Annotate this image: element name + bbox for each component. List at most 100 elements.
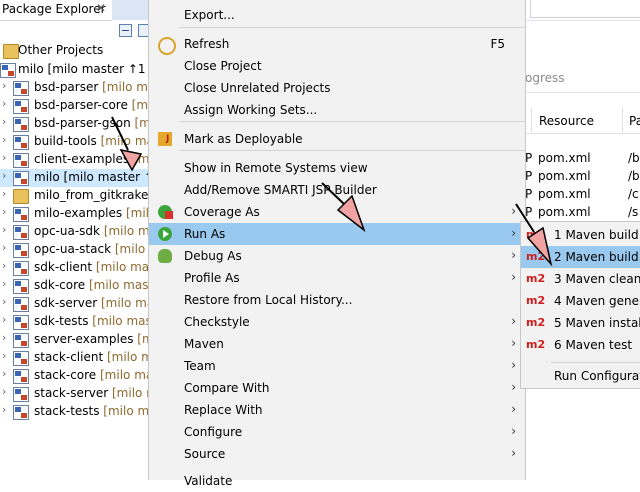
column-header-path[interactable]: Pa	[629, 114, 640, 128]
chevron-right-icon[interactable]: ›	[2, 115, 6, 128]
tree-item-label: sdk-core	[34, 278, 86, 292]
path-cell: /c	[628, 187, 639, 201]
tree-item[interactable]: › stack-client [milo mas	[0, 349, 150, 367]
chevron-right-icon[interactable]: ›	[2, 187, 6, 200]
chevron-right-icon[interactable]: ›	[2, 151, 6, 164]
collapse-all-icon[interactable]	[119, 24, 132, 37]
chevron-right-icon[interactable]: ›	[2, 97, 6, 110]
tree-item-label: server-examples	[34, 332, 134, 346]
tree-item-label: opc-ua-stack	[34, 242, 112, 256]
table-row[interactable]: P pom.xml /b	[525, 169, 640, 187]
path-cell: /b	[628, 151, 640, 165]
tree-item[interactable]: ›server-examples [milo	[0, 331, 150, 349]
tree-item-label: stack-tests	[34, 404, 100, 418]
chevron-right-icon[interactable]: ›	[2, 349, 6, 362]
chevron-right-icon[interactable]: ›	[2, 133, 6, 146]
table-row[interactable]: P pom.xml /c	[525, 187, 640, 205]
tree-item[interactable]: › opc-ua-stack [milo m	[0, 241, 150, 259]
tree-item[interactable]: Other Projects	[0, 42, 150, 60]
chevron-right-icon[interactable]: ›	[2, 403, 6, 416]
menu-item-configure[interactable]: Configure ›	[149, 421, 525, 443]
tree-item[interactable]: › client-examples [milo	[0, 151, 150, 169]
chevron-right-icon[interactable]: ›	[2, 169, 6, 182]
menu-item-maven[interactable]: Maven ›	[149, 333, 525, 355]
tree-item[interactable]: › build-tools [milo mast	[0, 133, 150, 151]
chevron-right-icon[interactable]: ›	[2, 241, 6, 254]
menu-item-run-as[interactable]: Run As ›	[149, 223, 525, 245]
menu-item-debug-as[interactable]: Debug As ›	[149, 245, 525, 267]
tree-item[interactable]: › sdk-tests [milo maste	[0, 313, 150, 331]
menu-item-assign-working-sets[interactable]: Assign Working Sets...	[149, 99, 525, 121]
chevron-right-icon[interactable]: ›	[2, 313, 6, 326]
project-icon	[13, 153, 29, 168]
close-icon[interactable]: ✕	[96, 1, 106, 15]
chevron-right-icon: ›	[511, 204, 516, 218]
submenu-item[interactable]: m2 4 Maven generat	[521, 290, 640, 312]
menu-item-replace-with[interactable]: Replace With ›	[149, 399, 525, 421]
menu-item-validate[interactable]: Validate	[149, 470, 525, 492]
tree-item-label: bsd-parser	[34, 80, 99, 94]
tree-item[interactable]: ›bsd-parser-gson [milo	[0, 115, 150, 133]
submenu-item-label: 3 Maven clean	[554, 272, 640, 286]
project-icon	[13, 243, 29, 258]
table-row[interactable]: P pom.xml /b	[525, 151, 640, 169]
chevron-right-icon[interactable]: ›	[2, 295, 6, 308]
project-icon	[0, 63, 16, 78]
submenu-item[interactable]: m2 2 Maven build...	[521, 246, 640, 268]
tree-item[interactable]: › bsd-parser [milo maste	[0, 79, 150, 97]
menu-item-checkstyle[interactable]: Checkstyle ›	[149, 311, 525, 333]
tree-item[interactable]: › stack-server [milo ma	[0, 385, 150, 403]
chevron-right-icon[interactable]: ›	[2, 223, 6, 236]
menu-item-compare-with[interactable]: Compare With ›	[149, 377, 525, 399]
project-icon	[13, 99, 29, 114]
tree-item[interactable]: › stack-core [milo maste	[0, 367, 150, 385]
submenu-item[interactable]: m2 6 Maven test	[521, 334, 640, 356]
tree-item[interactable]: › milo_from_gitkraken_	[0, 187, 150, 205]
menu-item-close-unrelated[interactable]: Close Unrelated Projects	[149, 77, 525, 99]
chevron-right-icon[interactable]: ›	[2, 205, 6, 218]
tree-item[interactable]: › opc-ua-sdk [milo mast	[0, 223, 150, 241]
project-icon	[13, 405, 29, 420]
menu-item-refresh[interactable]: Refresh F5	[149, 33, 525, 55]
submenu-item[interactable]: m2 5 Maven install	[521, 312, 640, 334]
chevron-right-icon[interactable]: ›	[2, 277, 6, 290]
menu-item-show-remote[interactable]: Show in Remote Systems view	[149, 157, 525, 179]
chevron-right-icon[interactable]: ›	[2, 331, 6, 344]
resource-cell: pom.xml	[538, 205, 591, 219]
git-decoration: [milo maste	[95, 260, 150, 274]
tree-item[interactable]: › sdk-server [milo mast	[0, 295, 150, 313]
submenu-item[interactable]: m2 3 Maven clean	[521, 268, 640, 290]
tab-package-explorer[interactable]: Package Explorer ✕	[0, 0, 112, 21]
tree-item[interactable]: › stack-tests [milo mast	[0, 403, 150, 421]
chevron-right-icon: ›	[511, 424, 516, 438]
chevron-right-icon[interactable]: ›	[2, 79, 6, 92]
tree-item[interactable]: ›milo [milo master ↑1 ↓	[0, 169, 150, 187]
menu-item-label: Add/Remove SMARTI JSP Builder	[184, 183, 377, 197]
tree-item[interactable]: milo [milo master ↑1 ↓1]	[0, 61, 150, 79]
menu-item-close-project[interactable]: Close Project	[149, 55, 525, 77]
menu-item-coverage-as[interactable]: Coverage As ›	[149, 201, 525, 223]
menu-item-add-remove-smarti[interactable]: Add/Remove SMARTI JSP Builder	[149, 179, 525, 201]
menu-item-team[interactable]: Team ›	[149, 355, 525, 377]
chevron-right-icon[interactable]: ›	[2, 259, 6, 272]
menu-item-label: Close Unrelated Projects	[184, 81, 331, 95]
column-header-resource[interactable]: Resource	[539, 114, 594, 128]
tree-item[interactable]: › sdk-core [milo master	[0, 277, 150, 295]
project-icon	[13, 333, 29, 348]
submenu-item[interactable]: m2 1 Maven build	[521, 224, 640, 246]
menu-item-mark-deployable[interactable]: Mark as Deployable	[149, 128, 525, 150]
tab-progress[interactable]: ogress	[525, 71, 565, 85]
tree-item[interactable]: › milo-examples [milo m	[0, 205, 150, 223]
chevron-right-icon[interactable]: ›	[2, 385, 6, 398]
chevron-right-icon[interactable]: ›	[2, 367, 6, 380]
menu-item-restore-history[interactable]: Restore from Local History...	[149, 289, 525, 311]
menu-item-source[interactable]: Source ›	[149, 443, 525, 465]
menu-item-export[interactable]: Export...	[149, 4, 525, 26]
tree-item-label: sdk-tests	[34, 314, 89, 328]
submenu-item[interactable]: Run Configuratio	[521, 365, 640, 387]
project-icon	[13, 387, 29, 402]
refresh-icon	[158, 37, 176, 55]
menu-item-profile-as[interactable]: Profile As ›	[149, 267, 525, 289]
tree-item[interactable]: › sdk-client [milo maste	[0, 259, 150, 277]
tree-item[interactable]: › bsd-parser-core [milo	[0, 97, 150, 115]
